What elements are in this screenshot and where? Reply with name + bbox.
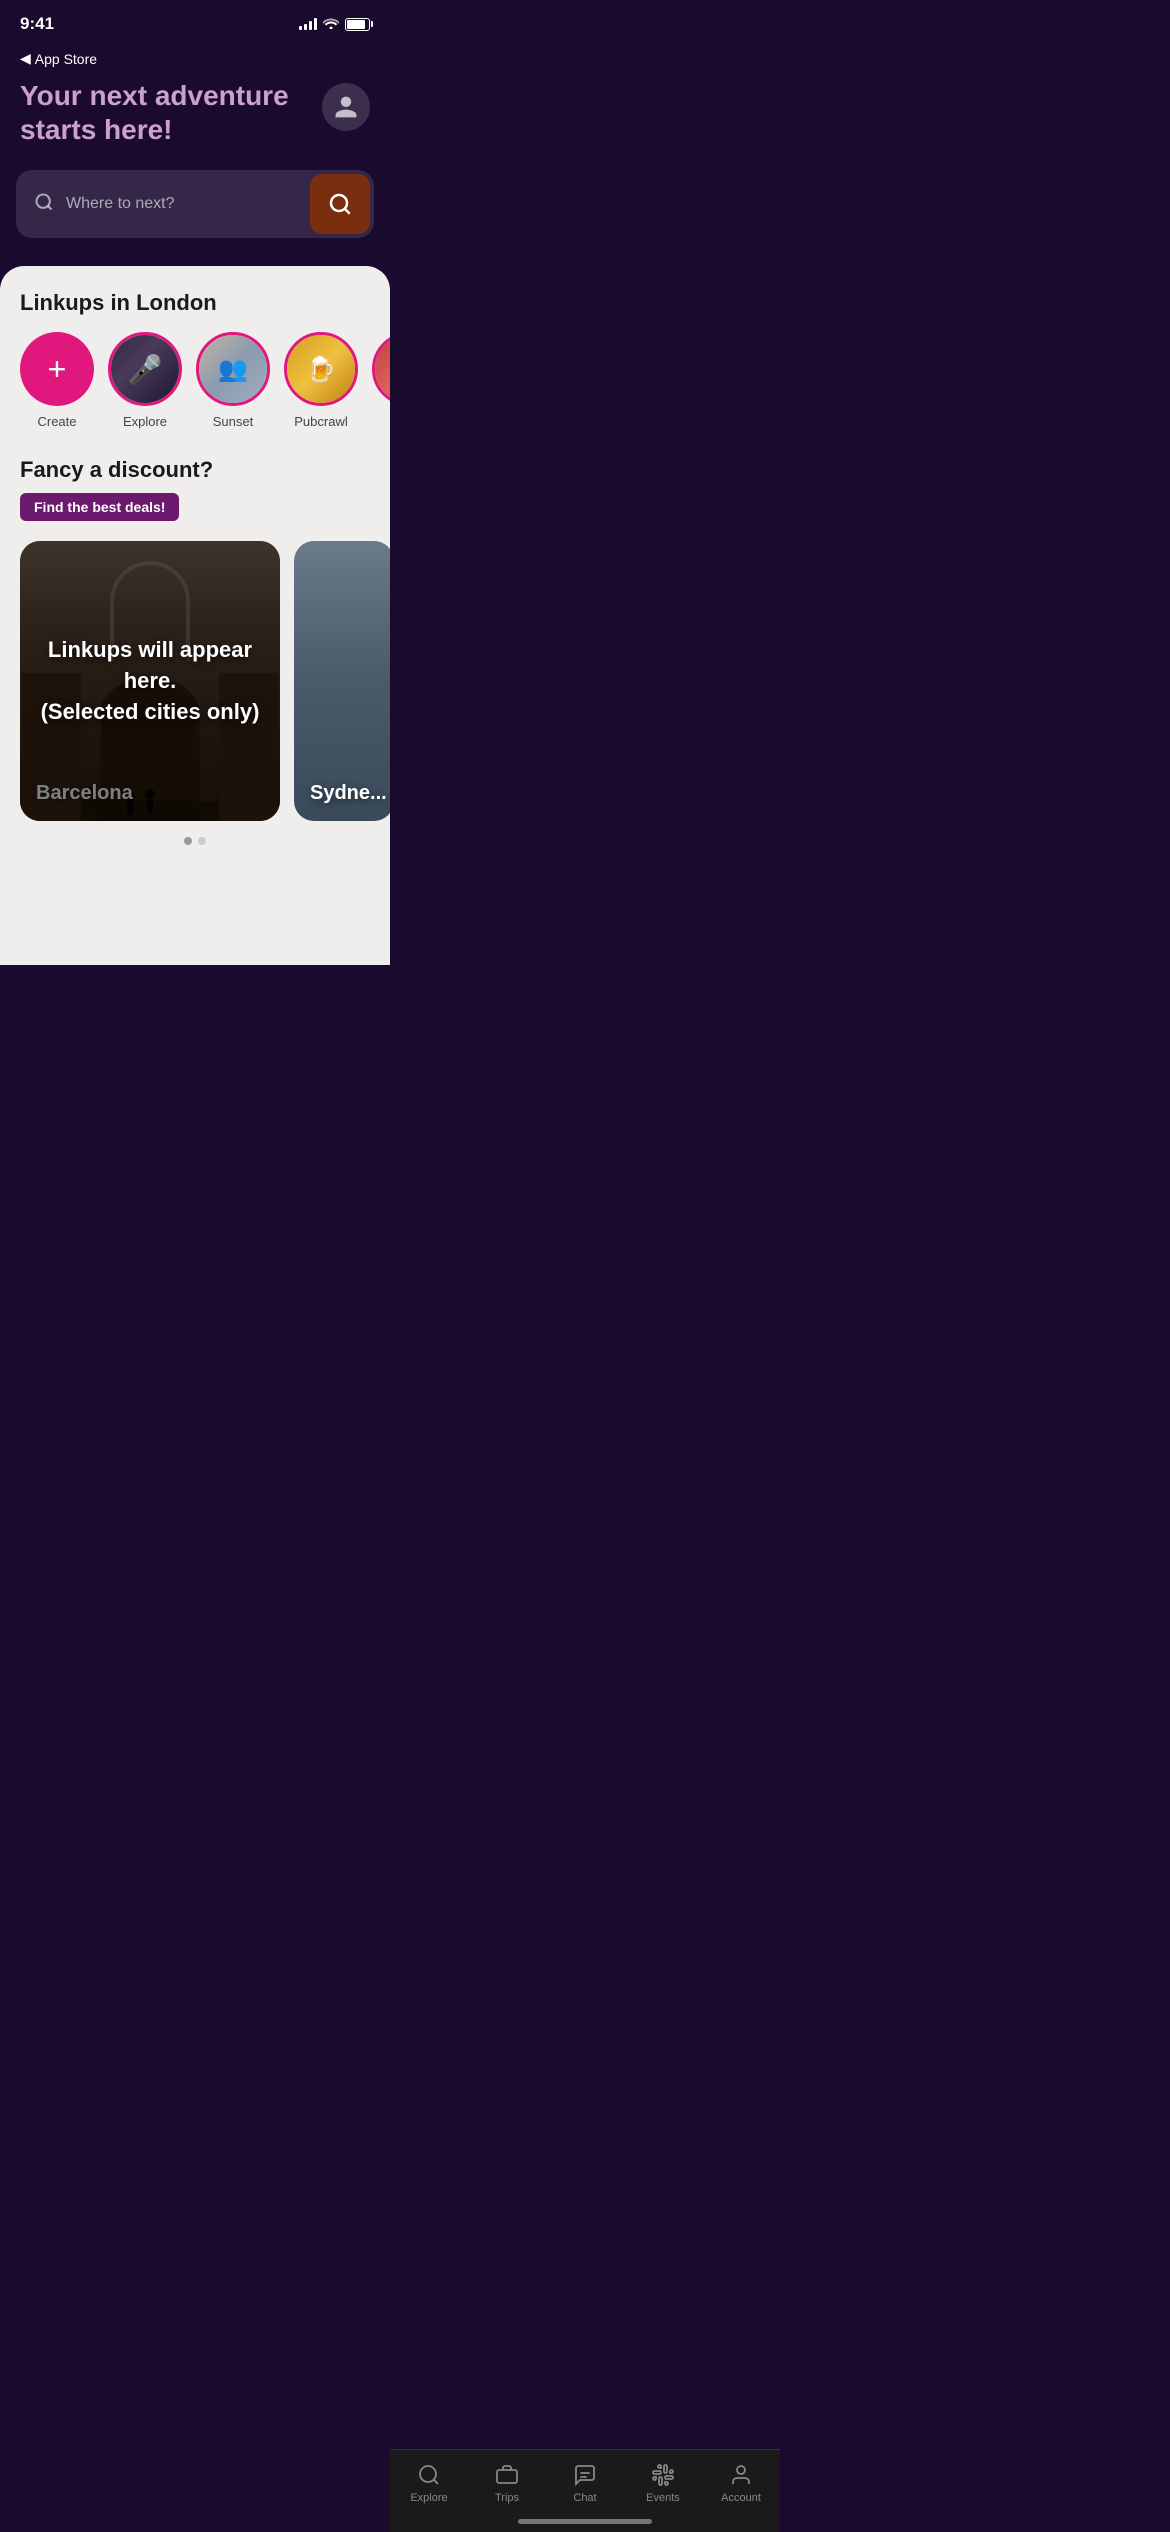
circle-label-sunset: Sunset [213,414,253,429]
profile-avatar[interactable] [322,83,370,131]
dot-1 [184,837,192,845]
city-card-label-sydney: Sydne... [310,782,387,805]
battery-icon [345,18,370,31]
linkups-section-title: Linkups in London [0,290,390,316]
circle-label-pubcrawl: Pubcrawl [294,414,347,429]
user-icon [333,94,359,120]
chat-icon [572,2462,598,2488]
nav-item-trips[interactable]: Trips [477,2462,537,2504]
status-icons [299,17,370,32]
home-indicator [518,2519,652,2524]
circle-create: + [20,332,94,406]
circle-da: ✊ [372,332,390,406]
circle-sunset: 👥 [196,332,270,406]
nav-item-events[interactable]: Events [633,2462,693,2504]
overlay-message: Linkups will appear here.(Selected citie… [20,541,280,821]
app-store-back[interactable]: ◀ App Store [20,50,370,67]
page-title: Your next adventure starts here! [20,79,322,146]
nav-label-chat: Chat [573,2492,596,2504]
circle-explore: 🎤 [108,332,182,406]
dot-2 [198,837,206,845]
city-card-sydney[interactable]: Sydne... [294,541,390,821]
search-input[interactable] [66,179,306,229]
nav-item-chat[interactable]: Chat [555,2462,615,2504]
status-bar: 9:41 [0,0,390,40]
trips-icon [494,2462,520,2488]
overlay-text: Linkups will appear here.(Selected citie… [20,615,280,747]
search-bar [16,170,374,238]
search-container [0,170,390,266]
app-store-label: App Store [35,51,97,67]
discount-section: Fancy a discount? Find the best deals! [0,457,390,521]
circle-item-sunset[interactable]: 👥 Sunset [196,332,270,429]
search-icon [16,176,66,233]
search-button[interactable] [310,174,370,234]
app-header: ◀ App Store Your next adventure starts h… [0,40,390,170]
nav-label-explore: Explore [410,2492,447,2504]
circle-item-create[interactable]: + Create [20,332,94,429]
discount-title: Fancy a discount? [20,457,370,483]
events-icon [650,2462,676,2488]
circles-row: + Create 🎤 Explore 👥 Sunset 🍺 Pubcrawl [0,332,390,429]
city-cards-row: Barcelona Linkups will appear here.(Sele… [0,541,390,821]
explore-icon [416,2462,442,2488]
city-card-barcelona[interactable]: Barcelona Linkups will appear here.(Sele… [20,541,280,821]
circle-item-pubcrawl[interactable]: 🍺 Pubcrawl [284,332,358,429]
circle-label-explore: Explore [123,414,167,429]
back-arrow-icon: ◀ [20,50,31,67]
header-row: Your next adventure starts here! [20,79,370,146]
discount-badge[interactable]: Find the best deals! [20,493,179,521]
nav-item-account[interactable]: Account [711,2462,771,2504]
nav-label-trips: Trips [495,2492,519,2504]
wifi-icon [323,17,339,32]
circle-pubcrawl: 🍺 [284,332,358,406]
page-indicator [0,837,390,845]
nav-label-account: Account [721,2492,761,2504]
plus-icon: + [48,353,67,385]
main-content: Linkups in London + Create 🎤 Explore 👥 S… [0,266,390,965]
signal-icon [299,18,317,30]
nav-label-events: Events [646,2492,680,2504]
account-icon [728,2462,754,2488]
nav-item-explore[interactable]: Explore [399,2462,459,2504]
status-time: 9:41 [20,14,54,34]
circle-item-da[interactable]: ✊ Da... [372,332,390,429]
circle-label-create: Create [37,414,76,429]
circle-item-explore[interactable]: 🎤 Explore [108,332,182,429]
